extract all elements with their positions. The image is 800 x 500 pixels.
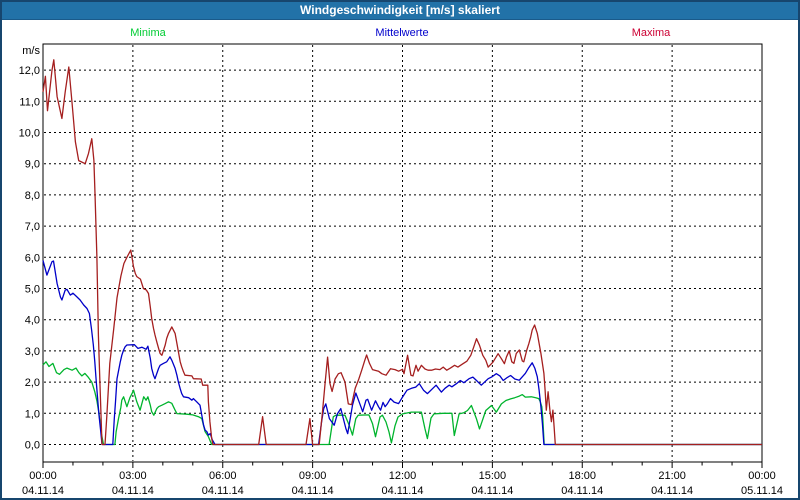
y-tick-label: 10,0 — [19, 128, 40, 140]
x-tick-date-label: 04.11.14 — [651, 485, 693, 497]
x-tick-date-label: 04.11.14 — [381, 485, 423, 497]
y-tick-label: 6,0 — [25, 252, 40, 264]
x-tick-date-label: 04.11.14 — [22, 485, 64, 497]
y-axis-unit-label: m/s — [22, 45, 40, 57]
y-tick-label: 2,0 — [25, 377, 40, 389]
chart-canvas: m/s 12,0 11,0 10,0 9,0 8,0 7,0 6,0 5,0 4,0 3,0 2,0 1… — [19, 43, 783, 497]
y-tick-label: 5,0 — [25, 284, 40, 296]
y-tick-label: 0,0 — [25, 440, 40, 452]
x-tick-time-label: 12:00 — [389, 470, 417, 482]
x-tick-date-label: 04.11.14 — [202, 485, 244, 497]
y-tick-label: 11,0 — [19, 96, 40, 108]
x-tick-time-label: 09:00 — [299, 470, 327, 482]
y-tick-label: 3,0 — [25, 346, 40, 358]
x-tick-time-label: 21:00 — [658, 470, 686, 482]
y-tick-label: 1,0 — [25, 408, 40, 420]
x-tick-time-label: 03:00 — [119, 470, 147, 482]
series-line-minima — [42, 361, 762, 446]
x-tick-date-label: 04.11.14 — [112, 485, 154, 497]
x-tick-date-label: 04.11.14 — [471, 485, 513, 497]
y-tick-label: 12,0 — [19, 65, 40, 77]
y-tick-label: 9,0 — [25, 159, 40, 171]
y-tick-label: 4,0 — [25, 315, 40, 327]
x-tick-time-label: 00:00 — [748, 470, 776, 482]
x-tick-time-label: 15:00 — [479, 470, 507, 482]
x-tick-date-label: 05.11.14 — [741, 485, 783, 497]
x-tick-time-label: 06:00 — [209, 470, 237, 482]
y-tick-label: 8,0 — [25, 190, 40, 202]
x-tick-date-label: 04.11.14 — [561, 485, 603, 497]
chart-window: Windgeschwindigkeit [m/s] skaliert Minim… — [0, 0, 800, 500]
x-tick-date-label: 04.11.14 — [292, 485, 334, 497]
y-tick-label: 7,0 — [25, 221, 40, 233]
x-tick-time-label: 00:00 — [29, 470, 57, 482]
x-tick-time-label: 18:00 — [568, 470, 596, 482]
